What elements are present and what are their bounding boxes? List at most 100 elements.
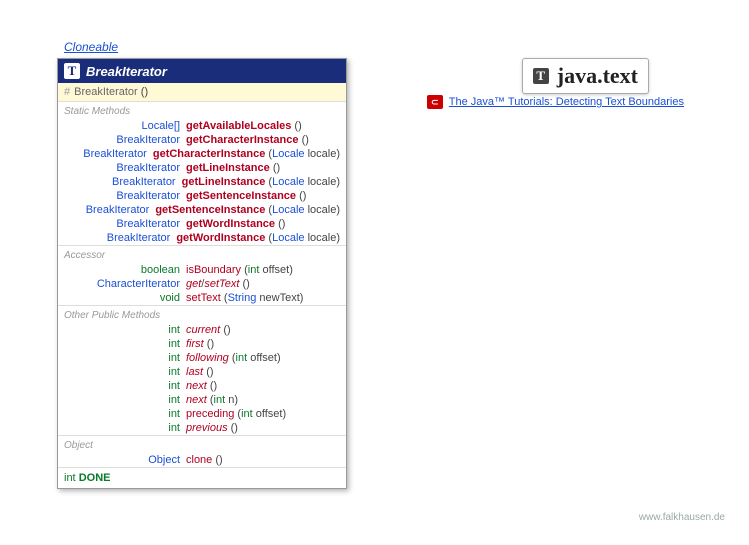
param-type: Locale [272,204,304,216]
method-row: int previous () [58,421,346,435]
method-params: (int n) [210,394,238,406]
method-name: get/setText [186,278,239,290]
class-header: T BreakIterator [58,59,346,83]
return-type: CharacterIterator [97,278,180,290]
method-signature: getCharacterInstance () [186,134,340,146]
method-params: () [231,422,238,434]
method-signature: getLineInstance (Locale locale) [182,176,340,188]
return-type: int [168,408,180,420]
method-signature: first () [186,338,340,350]
visibility-marker: # [64,86,70,98]
method-row: intfollowing (int offset) [58,351,346,365]
return-type: BreakIterator [86,204,150,216]
method-signature: next () [186,380,340,392]
method-params: () [278,218,285,230]
method-name: getLineInstance [186,162,270,174]
method-params: (int offset) [237,408,286,420]
param-type: Locale [272,232,304,244]
method-params: () [242,278,249,290]
method-signature: getSentenceInstance (Locale locale) [155,204,340,216]
param-name: locale [308,204,337,216]
method-name: setText [186,292,221,304]
param-type: Locale [272,148,304,160]
method-signature: setText (String newText) [186,292,340,304]
return-type: BreakIterator [116,190,180,202]
class-type-icon: T [64,63,80,79]
method-row: intfirst () [58,337,346,351]
method-name: getLineInstance [182,176,266,188]
return-type: Locale[] [141,120,180,132]
method-name: last [186,366,203,378]
footer-link[interactable]: www.falkhausen.de [639,512,725,523]
param-type: int [214,394,226,406]
method-signature: getWordInstance (Locale locale) [176,232,340,244]
package-type-icon: T [533,68,549,84]
return-type: int [168,366,180,378]
method-row: BreakIterator getWordInstance () [58,217,346,231]
constant-row: int DONE [58,467,346,488]
method-row: int current () [58,323,346,337]
method-params: () [302,134,309,146]
method-row: BreakIteratorgetLineInstance () [58,161,346,175]
method-signature: getLineInstance () [186,162,340,174]
method-signature: previous () [186,422,340,434]
method-signature: isBoundary (int offset) [186,264,340,276]
method-row: BreakIteratorgetLineInstance (Locale loc… [58,175,346,189]
return-type: BreakIterator [116,218,180,230]
param-type: String [228,292,257,304]
method-row: intpreceding (int offset) [58,407,346,421]
method-signature: following (int offset) [186,352,340,364]
method-row: Locale[]getAvailableLocales () [58,119,346,133]
constructor-name: BreakIterator [74,86,138,98]
return-type: int [168,324,180,336]
method-row: int next () [58,379,346,393]
method-row: BreakIterator getSentenceInstance (Locale… [58,203,346,217]
method-name: isBoundary [186,264,241,276]
return-type: boolean [141,264,180,276]
param-type: int [236,352,248,364]
param-name: newText [259,292,299,304]
method-params: () [215,454,222,466]
method-name: getCharacterInstance [186,134,299,146]
tutorial-link[interactable]: The Java™ Tutorials: Detecting Text Boun… [449,96,684,108]
method-row: intlast () [58,365,346,379]
method-name: previous [186,422,228,434]
method-params: (Locale locale) [268,176,340,188]
method-name: first [186,338,204,350]
package-box: T java.text [522,58,649,94]
return-type: Object [148,454,180,466]
constant-type: int [64,472,76,484]
method-params: () [206,366,213,378]
param-type: Locale [272,176,304,188]
section-label: Object [58,435,346,453]
method-name: getWordInstance [186,218,275,230]
return-type: int [168,380,180,392]
constructor-row: #BreakIterator () [58,83,346,101]
method-row: intnext (int n) [58,393,346,407]
method-name: getCharacterInstance [153,148,266,160]
return-type: int [168,394,180,406]
method-params: () [223,324,230,336]
param-name: locale [308,232,337,244]
return-type: int [168,422,180,434]
tutorial-link-row: ⊂ The Java™ Tutorials: Detecting Text Bo… [427,95,684,109]
method-signature: last () [186,366,340,378]
method-params: () [207,338,214,350]
cloneable-link[interactable]: Cloneable [64,40,118,54]
method-signature: next (int n) [186,394,340,406]
method-row: CharacterIterator get/setText () [58,277,346,291]
method-row: Object clone () [58,453,346,467]
method-name: following [186,352,229,364]
method-row: BreakIterator getWordInstance (Locale loc… [58,231,346,245]
return-type: BreakIterator [107,232,171,244]
method-params: () [299,190,306,202]
return-type: void [160,292,180,304]
method-signature: current () [186,324,340,336]
method-params: (int offset) [244,264,293,276]
method-params: () [273,162,280,174]
class-title: BreakIterator [86,64,167,79]
method-signature: clone () [186,454,340,466]
return-type: BreakIterator [116,134,180,146]
oracle-icon: ⊂ [427,95,443,109]
method-params: (String newText) [224,292,304,304]
